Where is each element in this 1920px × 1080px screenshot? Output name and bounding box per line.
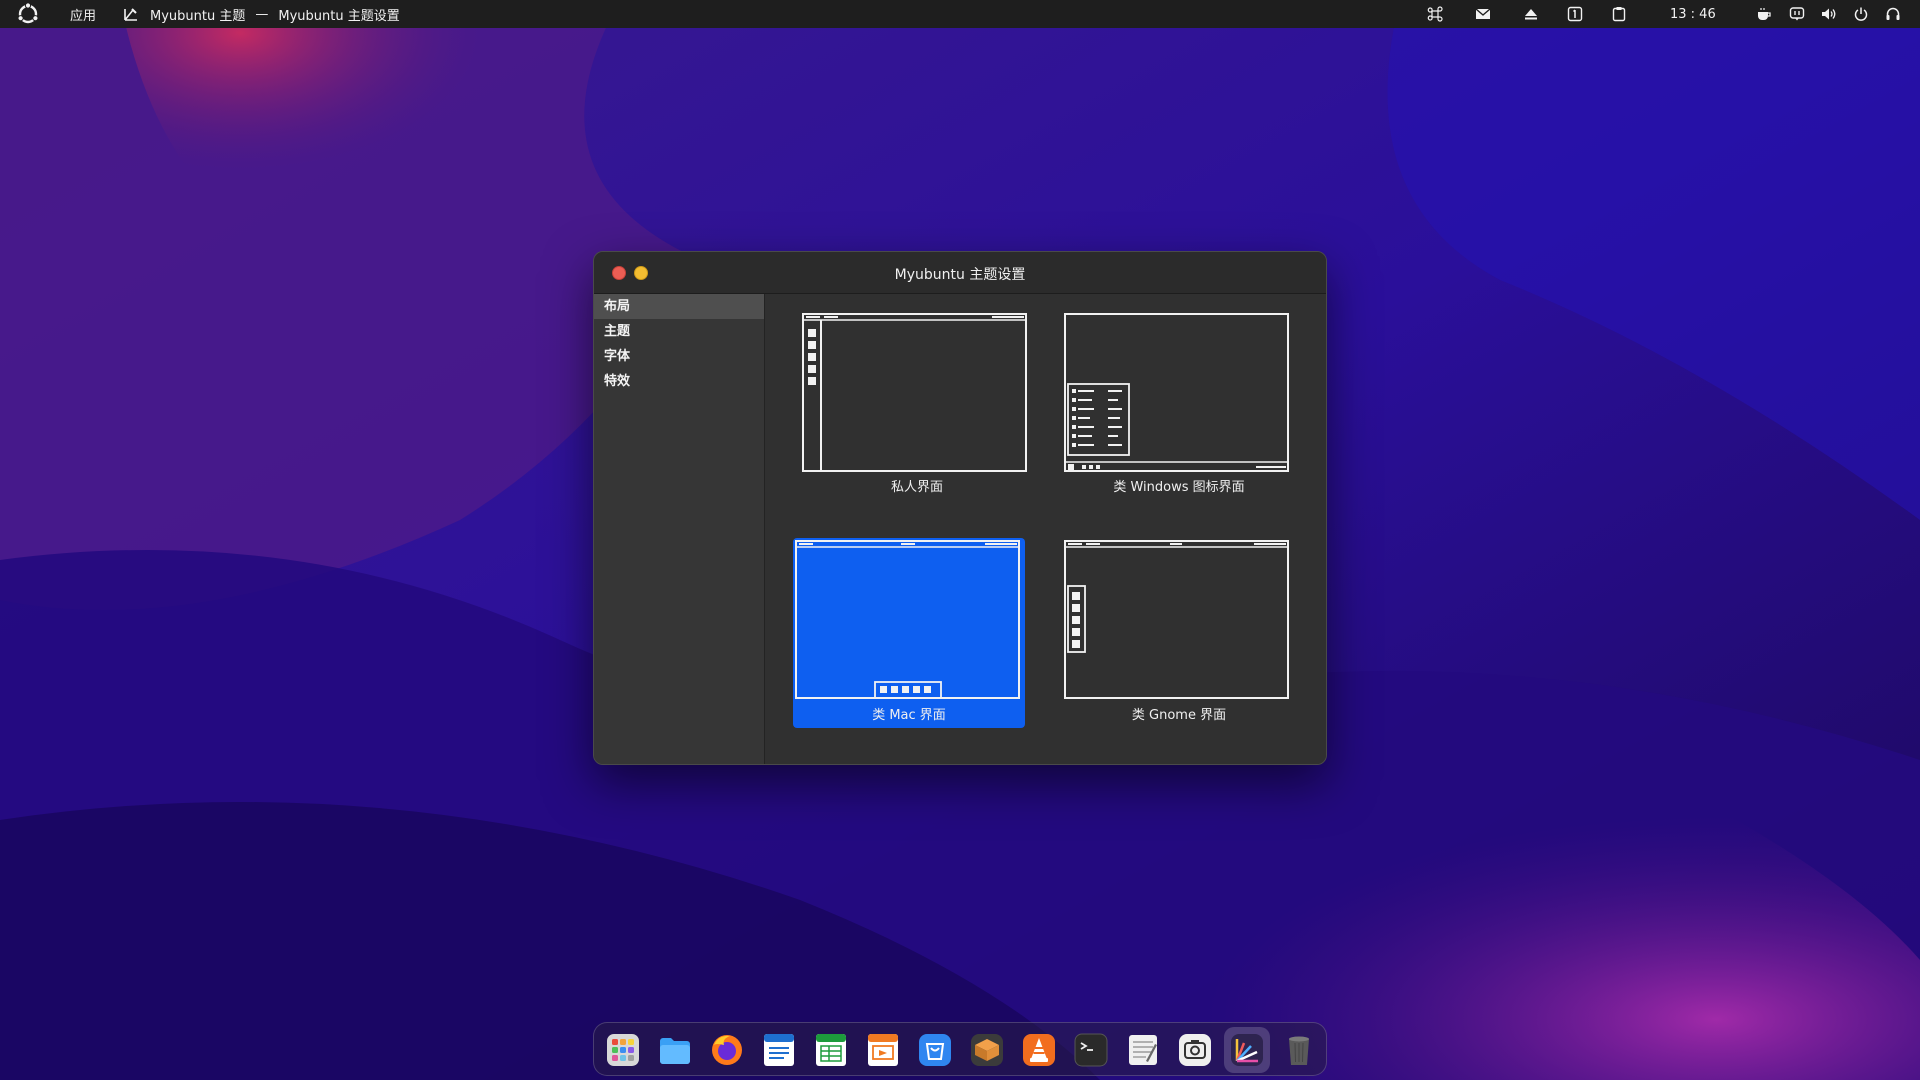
dock-firefox[interactable] xyxy=(708,1031,746,1069)
clock[interactable]: 13 : 46 xyxy=(1670,7,1716,22)
headset-icon[interactable] xyxy=(1884,5,1902,23)
layout-label-mac: 类 Mac 界面 xyxy=(872,708,946,723)
ubuntu-logo-icon[interactable] xyxy=(14,0,42,28)
window-titlebar[interactable]: Myubuntu 主题设置 xyxy=(594,252,1326,294)
layout-preview-gnome xyxy=(1064,540,1289,699)
sidebar-item-layout[interactable]: 布局 xyxy=(594,294,764,319)
theme-settings-icon xyxy=(124,8,138,21)
clipboard-icon[interactable] xyxy=(1610,5,1628,23)
dock xyxy=(593,1022,1327,1076)
apps-menu[interactable]: 应用 xyxy=(70,0,96,28)
dock-package-manager[interactable] xyxy=(968,1031,1006,1069)
workspace-indicator-icon[interactable] xyxy=(1566,5,1584,23)
layout-preview-windows xyxy=(1064,313,1289,472)
writer-icon xyxy=(764,1034,794,1066)
dock-terminal[interactable] xyxy=(1072,1031,1110,1069)
theme-settings-window: Myubuntu 主题设置 布局 主题 字体 特效 私人界面 类 Windows… xyxy=(593,251,1327,765)
software-store-icon xyxy=(919,1034,951,1066)
sidebar-item-font[interactable]: 字体 xyxy=(594,344,764,369)
layout-option-mac[interactable]: 类 Mac 界面 xyxy=(793,538,1025,728)
active-window-title: Myubuntu 主题设置 xyxy=(278,8,400,24)
trash-icon xyxy=(1289,1036,1309,1065)
firefox-icon xyxy=(712,1035,742,1065)
impress-icon xyxy=(868,1034,898,1066)
active-app-name[interactable]: Myubuntu 主题 xyxy=(150,0,245,28)
sidebar-item-theme[interactable]: 主题 xyxy=(594,319,764,344)
layout-preview-personal xyxy=(802,313,1027,472)
dock-writer[interactable] xyxy=(760,1031,798,1069)
dock-screenshot[interactable] xyxy=(1176,1031,1214,1069)
layout-label-personal: 私人界面 xyxy=(890,480,943,495)
dock-software-store[interactable] xyxy=(916,1031,954,1069)
layout-option-windows[interactable]: 类 Windows 图标界面 xyxy=(1063,312,1295,502)
sidebar-item-effects[interactable]: 特效 xyxy=(594,369,764,394)
calc-icon xyxy=(816,1034,846,1066)
mail-icon[interactable] xyxy=(1474,5,1492,23)
layout-option-gnome[interactable]: 类 Gnome 界面 xyxy=(1063,538,1295,728)
text-editor-icon xyxy=(1129,1035,1157,1065)
files-icon xyxy=(660,1038,690,1064)
layout-options-panel: 私人界面 类 Windows 图标界面 类 Mac 界面 类 Gnome 界面 xyxy=(765,294,1326,764)
dock-vlc[interactable] xyxy=(1020,1031,1058,1069)
top-panel: 应用 Myubuntu 主题 — Myubuntu 主题设置 13 : 46 xyxy=(0,0,1920,28)
chat-icon[interactable] xyxy=(1788,5,1806,23)
terminal-icon xyxy=(1074,1033,1108,1067)
volume-icon[interactable] xyxy=(1820,5,1838,23)
theme-settings-icon xyxy=(1231,1034,1263,1066)
dock-impress[interactable] xyxy=(864,1031,902,1069)
sidebar: 布局 主题 字体 特效 xyxy=(594,294,765,764)
dock-text-editor[interactable] xyxy=(1124,1031,1162,1069)
layout-preview-mac xyxy=(795,540,1020,699)
coffee-icon[interactable] xyxy=(1755,5,1773,23)
launchpad-icon xyxy=(607,1034,639,1066)
vlc-icon xyxy=(1023,1034,1055,1066)
command-key-icon[interactable] xyxy=(1426,5,1444,23)
title-separator: — xyxy=(255,6,269,22)
layout-label-gnome: 类 Gnome 界面 xyxy=(1131,708,1227,723)
window-title: Myubuntu 主题设置 xyxy=(894,267,1026,283)
eject-icon[interactable] xyxy=(1522,5,1540,23)
screenshot-icon xyxy=(1179,1034,1211,1066)
power-icon[interactable] xyxy=(1852,5,1870,23)
dock-calc[interactable] xyxy=(812,1031,850,1069)
layout-option-personal[interactable]: 私人界面 xyxy=(801,312,1033,502)
dock-trash[interactable] xyxy=(1280,1031,1318,1069)
package-manager-icon xyxy=(971,1034,1003,1066)
dock-theme-settings[interactable] xyxy=(1224,1027,1270,1073)
dock-launchpad[interactable] xyxy=(604,1031,642,1069)
dock-files[interactable] xyxy=(656,1031,694,1069)
layout-label-windows: 类 Windows 图标界面 xyxy=(1113,480,1245,495)
